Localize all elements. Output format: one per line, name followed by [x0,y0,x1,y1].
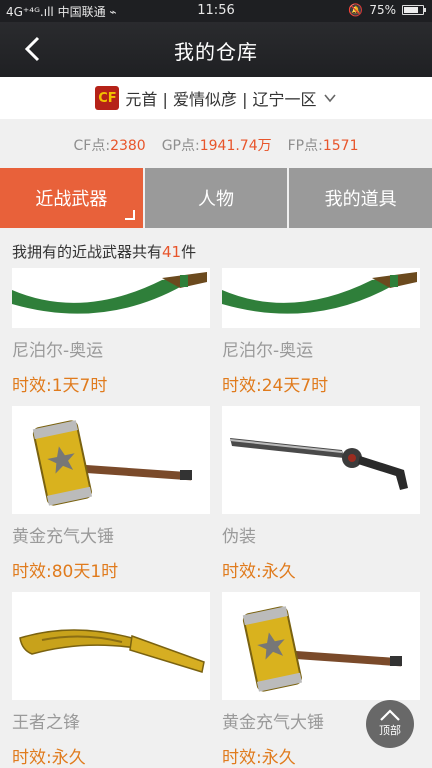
item-grid: 尼泊尔-奥运 时效:1天7时 尼泊尔-奥运 时效:24天7时 黄金充气大锤 时效… [0,268,432,768]
item-expiry: 时效:永久 [12,748,86,768]
item-card[interactable]: 黄金充气大锤 时效:80天1时 [12,406,210,582]
back-to-top-button[interactable]: 顶部 [366,700,414,748]
tab-my-items[interactable]: 我的道具 [287,168,432,228]
inventory-summary: 我拥有的近战武器共有41件 [12,243,197,261]
chevron-up-icon [380,709,400,721]
kukri-green-icon [222,268,420,328]
status-right: 🔕 75% [348,3,426,17]
status-bar: 4G⁺⁴ᴳ.ıll 中国联通 ⌁ 11:56 🔕 75% [0,0,432,22]
battery-percent: 75% [369,3,396,17]
item-card[interactable]: 尼泊尔-奥运 时效:24天7时 [222,268,420,396]
category-tabs: 近战武器 人物 我的道具 [0,168,432,228]
gp-points: GP点:1941.74万 [161,138,272,154]
item-name: 尼泊尔-奥运 [222,341,314,361]
golden-hammer-icon [222,592,420,700]
tab-melee-weapons[interactable]: 近战武器 [0,168,143,228]
mute-icon: 🔕 [348,3,364,17]
camo-blade-icon [222,406,420,514]
cf-logo-icon: CF [95,86,120,110]
item-expiry: 时效:永久 [222,562,296,582]
item-card[interactable]: 伪装 时效:永久 [222,406,420,582]
item-card[interactable]: 王者之锋 时效:永久 [12,592,210,768]
item-name: 尼泊尔-奥运 [12,341,104,361]
cf-points: CF点:2380 [73,138,146,154]
golden-hammer-icon [12,406,210,514]
back-to-top-label: 顶部 [379,724,401,737]
account-label: 元首 | 爱情似彦 | 辽宁一区 [125,90,317,109]
tab-characters[interactable]: 人物 [142,168,288,228]
chevron-down-icon [323,94,336,103]
fp-points: FP点:1571 [287,138,359,154]
golden-kukri-icon [12,592,210,700]
item-expiry: 时效:24天7时 [222,376,329,396]
corner-indicator-icon [124,210,135,220]
battery-icon [402,5,426,15]
points-bar: CF点:2380 GP点:1941.74万 FP点:1571 [0,128,432,162]
nav-bar: 我的仓库 [0,22,432,77]
item-name: 黄金充气大锤 [12,527,114,547]
item-expiry: 时效:1天7时 [12,376,108,396]
item-name: 王者之锋 [12,713,80,733]
item-name: 伪装 [222,527,256,547]
item-card[interactable]: 尼泊尔-奥运 时效:1天7时 [12,268,210,396]
item-expiry: 时效:80天1时 [12,562,119,582]
account-selector[interactable]: CF 元首 | 爱情似彦 | 辽宁一区 [0,77,432,119]
kukri-green-icon [12,268,210,328]
page-title: 我的仓库 [174,40,258,64]
